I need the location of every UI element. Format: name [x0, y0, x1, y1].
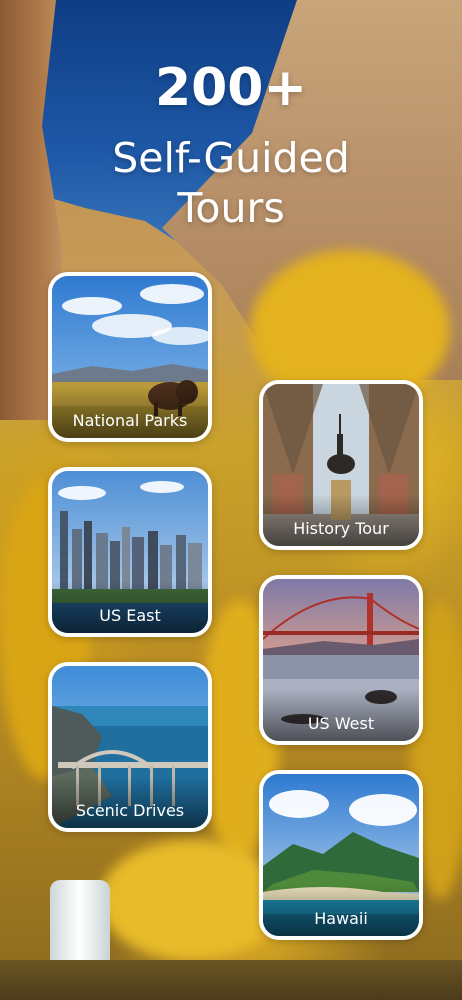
tour-card-us-east[interactable]: US East — [48, 467, 212, 637]
tour-card-label: Hawaii — [263, 884, 419, 936]
tour-card-hawaii[interactable]: Hawaii — [259, 770, 423, 940]
tour-card-scenic-drives[interactable]: Scenic Drives — [48, 662, 212, 832]
headline-line-2: Tours — [177, 184, 285, 232]
tour-card-history-tour[interactable]: History Tour — [259, 380, 423, 550]
tour-card-label: US West — [263, 689, 419, 741]
tour-card-label: National Parks — [52, 386, 208, 438]
headline-line-1: Self-Guided — [112, 134, 350, 182]
tour-card-national-parks[interactable]: National Parks — [48, 272, 212, 442]
tour-card-label: US East — [52, 581, 208, 633]
tour-card-label: Scenic Drives — [52, 776, 208, 828]
promo-screen: 200+ Self-Guided Tours National Parks Hi… — [0, 0, 462, 1000]
tour-card-label: History Tour — [263, 494, 419, 546]
headline-count: 200+ — [154, 58, 308, 118]
tour-card-us-west[interactable]: US West — [259, 575, 423, 745]
ground — [0, 960, 462, 1000]
foliage-cluster — [100, 840, 280, 960]
